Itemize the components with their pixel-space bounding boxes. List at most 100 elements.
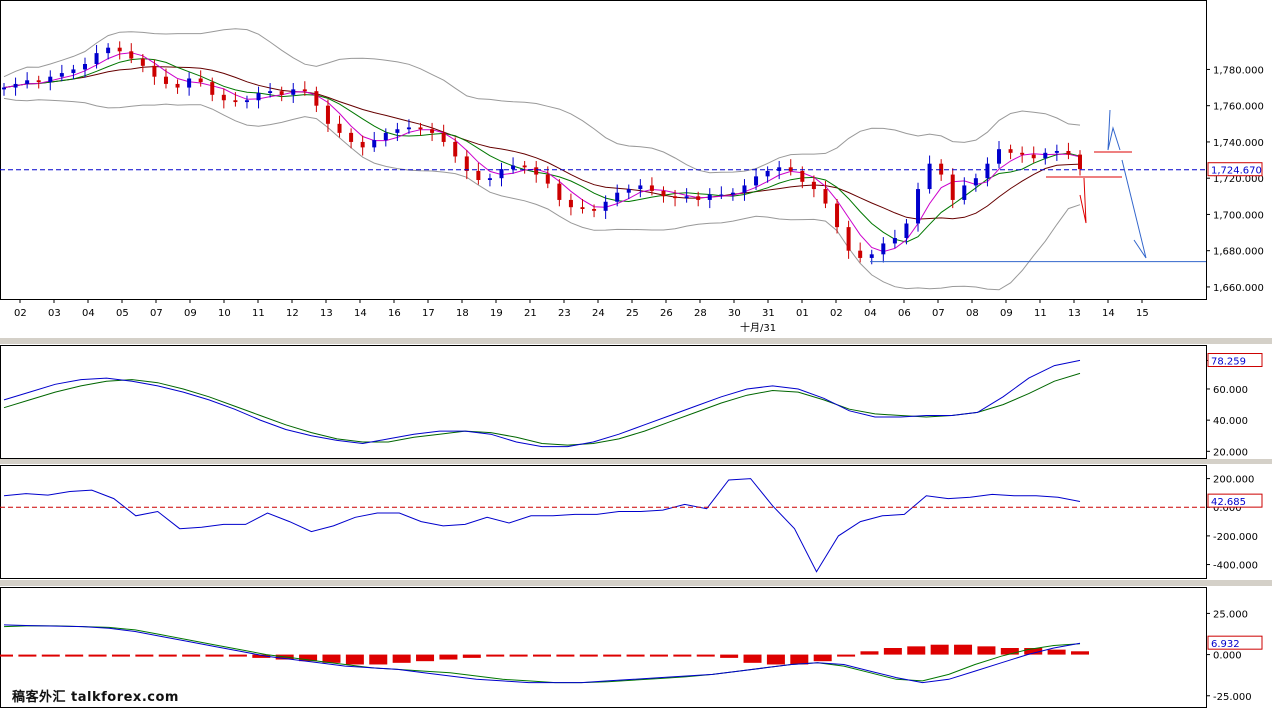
candle-body — [534, 167, 539, 175]
histogram-bar — [883, 648, 902, 655]
candle-body — [939, 163, 944, 175]
histogram-bar — [0, 654, 13, 657]
price-y-tick-label: 1,680.000 — [1213, 247, 1264, 258]
candle-body — [2, 87, 6, 90]
histogram-bar — [111, 654, 130, 657]
candle-body — [476, 170, 481, 180]
osc-current-label: 6.932 — [1211, 639, 1240, 650]
candle-body — [117, 47, 122, 52]
forex-chart: 78.25960.00040.00020.00078.259 200.0000.… — [0, 0, 1272, 708]
candle-body — [626, 189, 631, 193]
candle-body — [858, 250, 863, 258]
candle-body — [950, 174, 955, 200]
x-tick-label: 11 — [252, 308, 265, 319]
x-tick-label: 09 — [184, 308, 197, 319]
price-y-tick-label: 1,700.000 — [1213, 210, 1264, 221]
candle-body — [557, 183, 562, 200]
candle-body — [372, 140, 377, 148]
x-tick-label: 04 — [864, 308, 877, 319]
candle-body — [187, 78, 192, 88]
x-tick-label: 14 — [354, 308, 367, 319]
candle-body — [730, 192, 735, 195]
candle-body — [36, 80, 41, 83]
x-tick-label: 21 — [524, 308, 537, 319]
x-tick-label: 03 — [48, 308, 61, 319]
x-tick-label: 08 — [966, 308, 979, 319]
histogram-bar — [673, 654, 692, 657]
histogram-bar — [696, 654, 715, 657]
candle-body — [742, 185, 747, 193]
price-y-tick-label: 1,660.000 — [1213, 283, 1264, 294]
histogram-bar — [743, 654, 762, 663]
candle-body — [268, 91, 273, 93]
candle-body — [383, 132, 388, 141]
histogram-bar — [860, 651, 879, 655]
candle-body — [441, 132, 446, 142]
candle-body — [696, 196, 701, 200]
histogram-bar — [837, 654, 856, 657]
candle-body — [349, 132, 354, 142]
candle-body — [233, 100, 238, 103]
histogram-bar — [392, 654, 411, 663]
candle-body — [279, 91, 284, 95]
candle-body — [175, 83, 180, 88]
x-tick-label: 31 — [762, 308, 775, 319]
x-tick-label: 02 — [830, 308, 843, 319]
candle-body — [82, 64, 87, 70]
histogram-bar — [954, 644, 973, 655]
candle-body — [487, 178, 492, 180]
candle-body — [13, 83, 18, 88]
histogram-bar — [626, 654, 645, 657]
candle-body — [256, 93, 261, 101]
histogram-bar — [603, 654, 622, 657]
histogram-bar — [158, 654, 177, 657]
x-tick-label: 28 — [694, 308, 707, 319]
histogram-bar — [509, 654, 528, 657]
candle-body — [673, 196, 678, 199]
osc-y-tick-label: -200.000 — [1213, 532, 1258, 543]
x-tick-label: 01 — [796, 308, 809, 319]
osc-y-tick-label: 40.000 — [1213, 416, 1248, 427]
candle-body — [406, 127, 411, 130]
candle-body — [823, 189, 828, 204]
price-y-tick-label: 1,740.000 — [1213, 138, 1264, 149]
candle-body — [846, 227, 851, 251]
histogram-bar — [416, 654, 435, 662]
osc-current-label: 78.259 — [1211, 357, 1246, 368]
x-tick-label: 06 — [898, 308, 911, 319]
candle-body — [1020, 152, 1025, 155]
candle-body — [580, 207, 585, 209]
x-tick-label: 23 — [558, 308, 571, 319]
panel-separator — [0, 459, 1272, 464]
candle-body — [973, 178, 978, 186]
candle-body — [869, 254, 874, 258]
candle-body — [649, 185, 654, 191]
x-tick-label: 05 — [116, 308, 129, 319]
candle-body — [1043, 152, 1048, 159]
candle-body — [152, 65, 157, 77]
osc-y-tick-label: 0.000 — [1213, 651, 1242, 662]
histogram-bar — [790, 654, 809, 665]
x-tick-label: 07 — [932, 308, 945, 319]
x-tick-label: 13 — [320, 308, 333, 319]
osc-y-tick-label: 200.000 — [1213, 475, 1254, 486]
x-tick-label: 24 — [592, 308, 605, 319]
candle-body — [545, 174, 550, 184]
histogram-bar — [462, 654, 481, 658]
candle-body — [325, 105, 330, 124]
candle-body — [163, 76, 168, 84]
osc-current-label: 42.685 — [1211, 497, 1246, 508]
x-tick-label: 26 — [660, 308, 673, 319]
candle-body — [811, 181, 816, 190]
x-tick-label: 10 — [218, 308, 231, 319]
candle-body — [881, 243, 886, 255]
x-tick-label: 19 — [490, 308, 503, 319]
histogram-bar — [345, 654, 364, 665]
candle-body — [615, 192, 620, 202]
price-panel — [0, 0, 1207, 300]
osc-y-tick-label: 60.000 — [1213, 385, 1248, 396]
histogram-bar — [135, 654, 154, 657]
histogram-bar — [486, 654, 505, 657]
candle-body — [1008, 149, 1013, 153]
candle-body — [291, 89, 296, 95]
